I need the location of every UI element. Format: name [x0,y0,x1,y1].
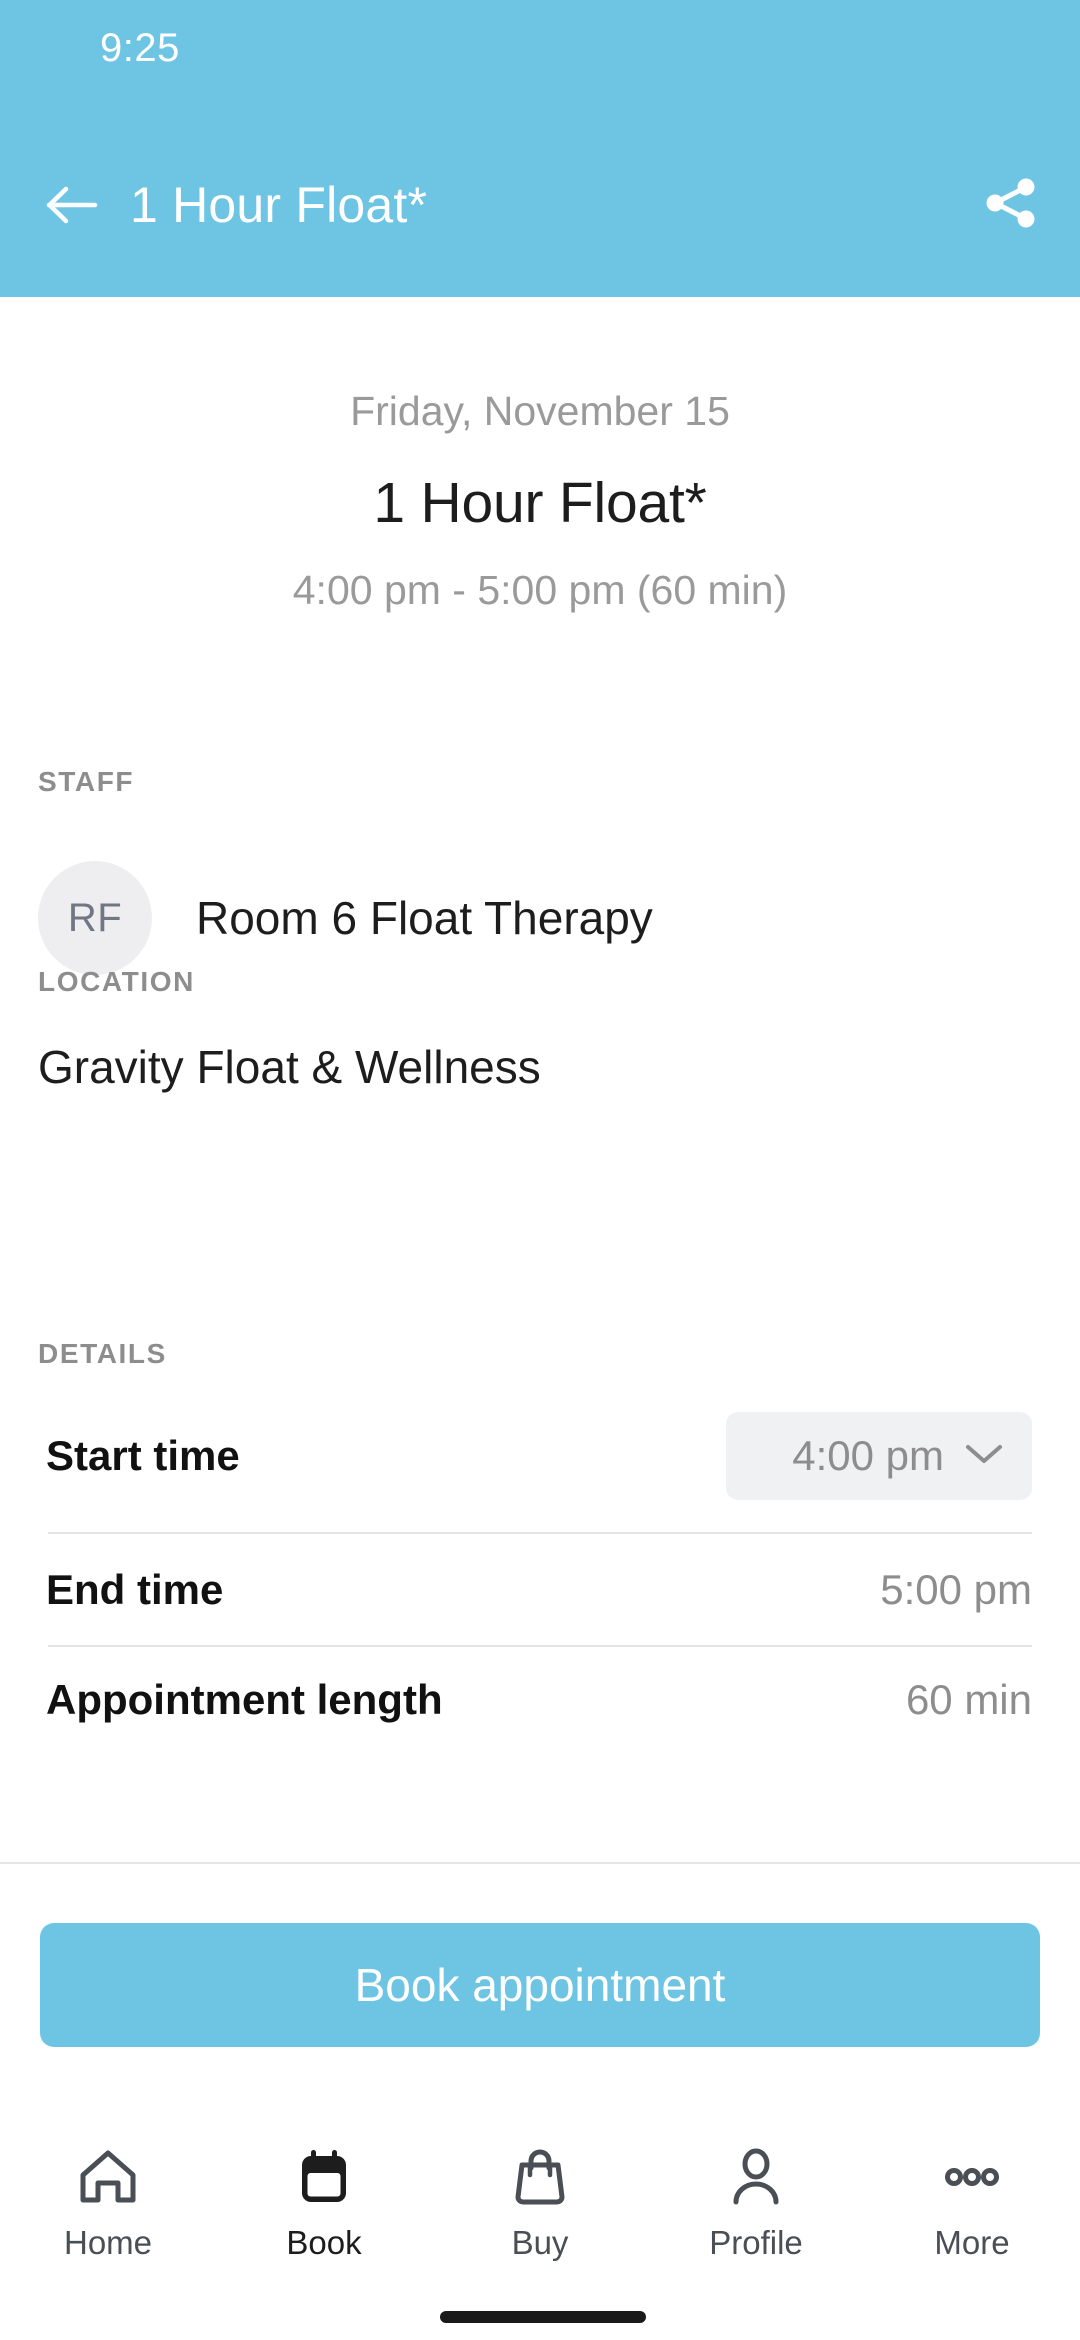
staff-name: Room 6 Float Therapy [196,892,653,944]
nav-item-book[interactable]: Book [216,2110,432,2340]
detail-label-end-time: End time [46,1566,224,1613]
detail-label-appointment-length: Appointment length [46,1676,443,1723]
nav-label-book: Book [286,2224,362,2261]
bottom-navigation: Home Book Buy Profile More [0,2110,1080,2340]
shopping-bag-icon [505,2138,575,2216]
avatar: RF [38,861,152,975]
app-bar: 9:25 1 Hour Float* [0,0,1080,297]
nav-item-profile[interactable]: Profile [648,2110,864,2340]
staff-row[interactable]: RF Room 6 Float Therapy [38,861,653,975]
detail-label-start-time: Start time [46,1432,240,1479]
status-bar-clock: 9:25 [100,26,180,70]
home-indicator [440,2311,646,2323]
start-time-value: 4:00 pm [792,1432,944,1479]
location-section-label: LOCATION [38,966,195,997]
appointment-title: 1 Hour Float* [373,471,707,535]
book-appointment-button[interactable]: Book appointment [40,1923,1040,2047]
app-bar-title: 1 Hour Float* [130,177,428,233]
detail-divider [48,1532,1032,1534]
appointment-date: Friday, November 15 [350,388,730,434]
detail-row-appointment-length: Appointment length 60 min [0,1645,1080,1723]
person-icon [721,2138,791,2216]
nav-item-buy[interactable]: Buy [432,2110,648,2340]
end-time-value: 5:00 pm [880,1566,1032,1613]
location-name: Gravity Float & Wellness [38,1041,541,1093]
avatar-initials: RF [67,895,123,940]
arrow-left-icon [46,184,98,226]
appointment-length-value: 60 min [905,1676,1032,1723]
start-time-dropdown[interactable]: 4:00 pm [726,1412,1032,1500]
share-button[interactable] [968,163,1054,247]
nav-label-home: Home [63,2224,153,2261]
nav-label-buy: Buy [511,2224,569,2261]
nav-item-home[interactable]: Home [0,2110,216,2340]
nav-label-profile: Profile [709,2224,803,2261]
home-icon [73,2138,143,2216]
app-bar-row: 1 Hour Float* [0,115,1080,297]
calendar-icon [289,2138,359,2216]
nav-label-more: More [934,2224,1010,2261]
app-screen: 9:25 1 Hour Float* Friday, November 15 1… [0,0,1080,2340]
ellipsis-icon [937,2138,1007,2216]
status-bar: 9:25 [0,0,1080,115]
appointment-summary: Friday, November 15 1 Hour Float* 4:00 p… [0,297,1080,614]
chevron-down-icon [964,1441,1004,1472]
staff-section-label: STAFF [38,766,135,797]
detail-row-end-time: End time 5:00 pm [0,1535,1080,1613]
footer-divider [0,1862,1080,1864]
nav-item-more[interactable]: More [864,2110,1080,2340]
appointment-time-range: 4:00 pm - 5:00 pm (60 min) [292,567,788,613]
detail-row-start-time: Start time 4:00 pm [0,1412,1080,1500]
back-button[interactable] [30,163,114,247]
details-section-label: DETAILS [38,1338,167,1369]
share-icon [982,174,1040,237]
